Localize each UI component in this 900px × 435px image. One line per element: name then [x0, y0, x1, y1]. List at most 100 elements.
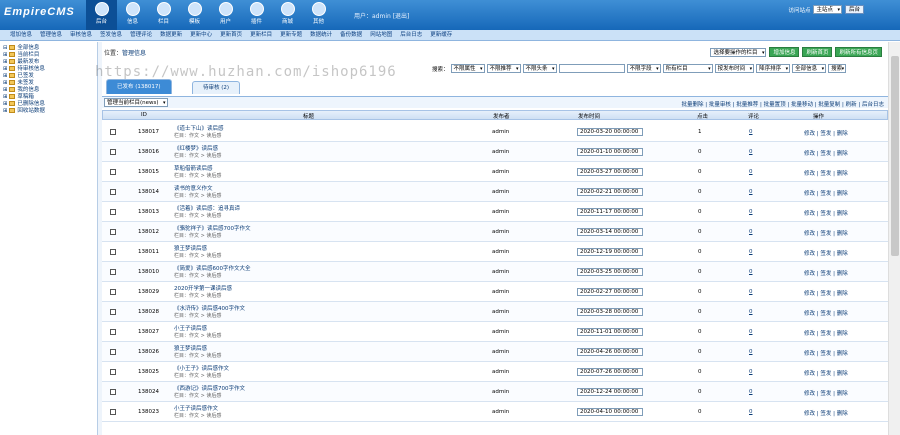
- edit-link[interactable]: 修改: [804, 291, 815, 297]
- row-title[interactable]: 《骆驼祥子》读后感700字作文: [174, 224, 251, 232]
- del-link[interactable]: 删除: [837, 311, 848, 317]
- del-link[interactable]: 删除: [837, 371, 848, 377]
- refresh-all-button[interactable]: 刷新所有信息页: [835, 47, 882, 57]
- row-comments[interactable]: 0: [749, 169, 753, 175]
- topnav-item[interactable]: 商城: [272, 0, 303, 30]
- edit-link[interactable]: 修改: [804, 331, 815, 337]
- sign-link[interactable]: 签发: [820, 131, 831, 137]
- row-comments[interactable]: 0: [749, 329, 753, 335]
- row-checkbox[interactable]: [110, 409, 116, 415]
- sign-link[interactable]: 签发: [820, 311, 831, 317]
- sign-link[interactable]: 签发: [820, 151, 831, 157]
- tab-published[interactable]: 已发布 (138017): [106, 79, 172, 94]
- row-date-field[interactable]: 2020-04-10 00:00:00: [577, 408, 643, 416]
- scrollbar-thumb[interactable]: [891, 56, 899, 256]
- del-link[interactable]: 删除: [837, 171, 848, 177]
- recommend-select[interactable]: 不限推荐: [486, 64, 521, 73]
- row-comments[interactable]: 0: [749, 309, 753, 315]
- attr-select[interactable]: 不限属性: [450, 64, 485, 73]
- sidebar-item[interactable]: ⊞ 我的信息: [3, 87, 97, 94]
- manage-column-select[interactable]: 管理当前栏目(news): [104, 98, 168, 107]
- row-date-field[interactable]: 2020-03-27 00:00:00: [577, 168, 643, 176]
- sign-link[interactable]: 签发: [820, 251, 831, 257]
- row-date-field[interactable]: 2020-11-01 00:00:00: [577, 328, 643, 336]
- row-checkbox[interactable]: [110, 329, 116, 335]
- topnav-item[interactable]: 其他: [303, 0, 334, 30]
- row-date-field[interactable]: 2020-12-24 00:00:00: [577, 388, 643, 396]
- order-dir-select[interactable]: 降序排序: [756, 64, 791, 73]
- menu-item[interactable]: 更新中心: [186, 30, 216, 40]
- edit-link[interactable]: 修改: [804, 271, 815, 277]
- sidebar-item[interactable]: ⊞ 当前栏目: [3, 52, 97, 59]
- row-comments[interactable]: 0: [749, 129, 753, 135]
- menu-item[interactable]: 网站地图: [366, 30, 396, 40]
- edit-link[interactable]: 修改: [804, 231, 815, 237]
- del-link[interactable]: 删除: [837, 271, 848, 277]
- row-date-field[interactable]: 2020-02-21 00:00:00: [577, 188, 643, 196]
- site-button[interactable]: 后台: [844, 5, 864, 14]
- site-select[interactable]: 主站点: [813, 5, 842, 14]
- row-title[interactable]: 小王子读后感: [174, 324, 207, 332]
- row-checkbox[interactable]: [110, 389, 116, 395]
- edit-link[interactable]: 修改: [804, 351, 815, 357]
- batch-links[interactable]: 批量删除 | 批量审核 | 批量推荐 | 批量置顶 | 批量移动 | 批量复制 …: [682, 100, 884, 108]
- row-title[interactable]: 《简爱》读后感600字作文大全: [174, 264, 251, 272]
- del-link[interactable]: 删除: [837, 391, 848, 397]
- sidebar-item[interactable]: ⊞ 待审核信息: [3, 66, 97, 73]
- row-comments[interactable]: 0: [749, 249, 753, 255]
- topnav-item[interactable]: 模板: [179, 0, 210, 30]
- tab-pending[interactable]: 待审核 (2): [192, 81, 241, 94]
- row-title[interactable]: 狼王梦读后感: [174, 244, 207, 252]
- menu-item[interactable]: 数据更新: [156, 30, 186, 40]
- sidebar-item[interactable]: ⊞ 回收站数据: [3, 108, 97, 115]
- row-comments[interactable]: 0: [749, 289, 753, 295]
- row-comments[interactable]: 0: [749, 269, 753, 275]
- menu-item[interactable]: 后台日志: [396, 30, 426, 40]
- del-link[interactable]: 删除: [837, 131, 848, 137]
- row-checkbox[interactable]: [110, 249, 116, 255]
- row-date-field[interactable]: 2020-11-17 00:00:00: [577, 208, 643, 216]
- del-link[interactable]: 删除: [837, 191, 848, 197]
- row-title[interactable]: 《活着》读后感：追寻真谛: [174, 204, 240, 212]
- info-type-select[interactable]: 全部信息: [792, 64, 827, 73]
- edit-link[interactable]: 修改: [804, 311, 815, 317]
- topnav-item[interactable]: 用户: [210, 0, 241, 30]
- column-select[interactable]: 选择要操作的栏目: [710, 47, 767, 57]
- menu-item[interactable]: 更新缓存: [426, 30, 456, 40]
- del-link[interactable]: 删除: [837, 351, 848, 357]
- row-date-field[interactable]: 2020-12-19 00:00:00: [577, 248, 643, 256]
- topnav-item[interactable]: 插件: [241, 0, 272, 30]
- headline-select[interactable]: 不限头条: [522, 64, 557, 73]
- row-title[interactable]: 小王子读后感作文: [174, 404, 218, 412]
- row-date-field[interactable]: 2020-03-28 00:00:00: [577, 308, 643, 316]
- scrollbar[interactable]: [888, 42, 900, 435]
- row-comments[interactable]: 0: [749, 349, 753, 355]
- search-button[interactable]: 搜索: [828, 64, 847, 73]
- row-title[interactable]: 草船借箭读后感: [174, 164, 213, 172]
- del-link[interactable]: 删除: [837, 331, 848, 337]
- menu-item[interactable]: 更新栏目: [246, 30, 276, 40]
- sidebar-item[interactable]: ⊞ 已签发: [3, 73, 97, 80]
- row-date-field[interactable]: 2020-01-10 00:00:00: [577, 148, 643, 156]
- row-title[interactable]: 狼王梦读后感: [174, 344, 207, 352]
- del-link[interactable]: 删除: [837, 411, 848, 417]
- row-checkbox[interactable]: [110, 289, 116, 295]
- row-checkbox[interactable]: [110, 149, 116, 155]
- del-link[interactable]: 删除: [837, 151, 848, 157]
- row-comments[interactable]: 0: [749, 409, 753, 415]
- row-title[interactable]: 读书的意义作文: [174, 184, 213, 192]
- del-link[interactable]: 删除: [837, 251, 848, 257]
- sidebar-item[interactable]: ⊞ 未签发: [3, 80, 97, 87]
- edit-link[interactable]: 修改: [804, 151, 815, 157]
- menu-item[interactable]: 签发信息: [96, 30, 126, 40]
- order-field-select[interactable]: 按发布时间: [714, 64, 755, 73]
- row-checkbox[interactable]: [110, 189, 116, 195]
- sign-link[interactable]: 签发: [820, 191, 831, 197]
- sign-link[interactable]: 签发: [820, 271, 831, 277]
- sign-link[interactable]: 签发: [820, 171, 831, 177]
- row-checkbox[interactable]: [110, 269, 116, 275]
- row-date-field[interactable]: 2020-04-26 00:00:00: [577, 348, 643, 356]
- add-info-button[interactable]: 增加信息: [769, 47, 800, 57]
- menu-item[interactable]: 管理信息: [36, 30, 66, 40]
- row-title[interactable]: 《小王子》读后感作文: [174, 364, 229, 372]
